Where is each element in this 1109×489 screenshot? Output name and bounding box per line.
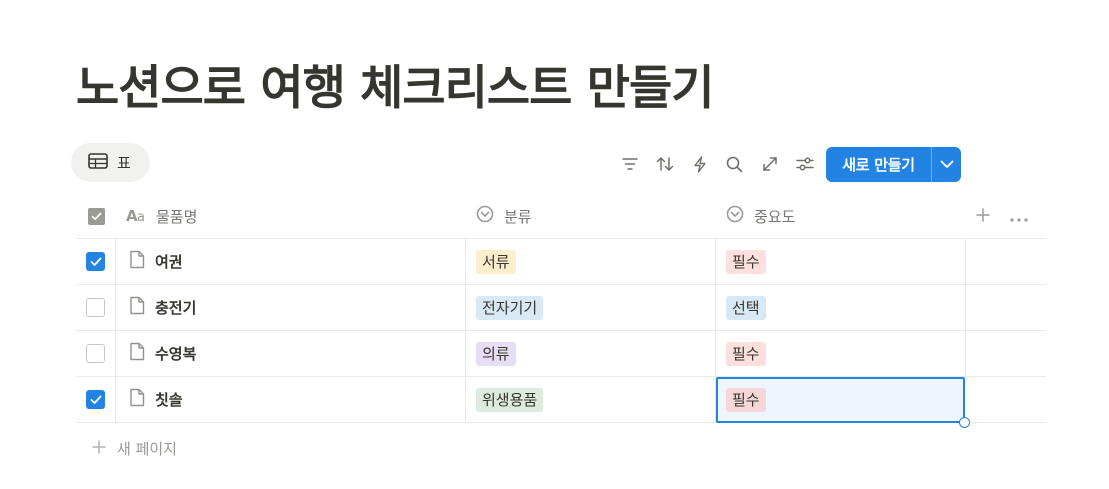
item-name: 여권 [155, 253, 183, 271]
column-header-importance[interactable]: 중요도 [716, 194, 966, 238]
page-icon [129, 296, 145, 319]
page-icon [129, 342, 145, 365]
table-row[interactable]: 충전기 전자기기 선택 [76, 285, 1046, 331]
select-icon [726, 205, 744, 227]
category-tag: 서류 [476, 249, 516, 274]
add-column-icon[interactable] [976, 207, 990, 226]
select-icon [476, 205, 494, 227]
column-header-category[interactable]: 분류 [466, 194, 716, 238]
sort-icon[interactable] [647, 150, 682, 178]
empty-cell [966, 331, 1046, 376]
more-options-icon[interactable] [1010, 207, 1028, 226]
table-header: Aa 물품명 분류 중요도 [76, 194, 1046, 239]
checkbox-checked[interactable] [86, 252, 105, 271]
category-cell[interactable]: 의류 [466, 331, 716, 376]
importance-tag: 필수 [726, 341, 766, 366]
new-page-button[interactable]: 새 페이지 [92, 436, 177, 460]
column-header-label: 분류 [504, 207, 532, 226]
importance-cell[interactable]: 필수 [716, 331, 966, 376]
empty-cell [966, 377, 1046, 422]
item-name-cell[interactable]: 여권 [116, 239, 466, 284]
row-checkbox-cell[interactable] [76, 377, 116, 422]
category-cell[interactable]: 전자기기 [466, 285, 716, 330]
checkbox-checked[interactable] [86, 390, 105, 409]
plus-icon [92, 439, 106, 458]
column-header-label: 중요도 [754, 207, 796, 226]
importance-tag: 필수 [726, 249, 766, 274]
importance-tag: 필수 [726, 387, 766, 412]
category-tag: 의류 [476, 341, 516, 366]
row-checkbox-cell[interactable] [76, 239, 116, 284]
new-button-label[interactable]: 새로 만들기 [826, 147, 931, 182]
item-name-cell[interactable]: 충전기 [116, 285, 466, 330]
search-icon[interactable] [717, 150, 752, 178]
checkbox-unchecked[interactable] [86, 298, 105, 317]
page-icon [129, 388, 145, 411]
importance-cell[interactable]: 필수 [716, 377, 966, 422]
chevron-down-icon[interactable] [932, 147, 961, 182]
toolbar [612, 150, 822, 178]
importance-cell[interactable]: 필수 [716, 239, 966, 284]
column-header-name[interactable]: Aa 물품명 [116, 194, 466, 238]
empty-cell [966, 239, 1046, 284]
checkbox-unchecked[interactable] [86, 344, 105, 363]
table-row[interactable]: 여권 서류 필수 [76, 239, 1046, 285]
page-icon [129, 250, 145, 273]
row-checkbox-cell[interactable] [76, 331, 116, 376]
item-name: 칫솔 [155, 391, 183, 409]
category-cell[interactable]: 위생용품 [466, 377, 716, 422]
item-name-cell[interactable]: 수영복 [116, 331, 466, 376]
automation-icon[interactable] [682, 150, 717, 178]
filter-icon[interactable] [612, 150, 647, 178]
item-name-cell[interactable]: 칫솔 [116, 377, 466, 422]
new-page-label: 새 페이지 [117, 439, 177, 458]
category-tag: 위생용품 [476, 387, 544, 412]
item-name: 수영복 [155, 345, 197, 363]
text-type-icon: Aa [126, 207, 148, 226]
new-button[interactable]: 새로 만들기 [826, 147, 961, 182]
table-icon [88, 152, 108, 173]
page-title: 노션으로 여행 체크리스트 만들기 [76, 61, 714, 116]
table-row[interactable]: 칫솔 위생용품 필수 [76, 377, 1046, 428]
empty-cell [966, 285, 1046, 330]
importance-tag: 선택 [726, 295, 766, 320]
header-select-all[interactable] [76, 194, 116, 238]
select-all-checkbox[interactable] [87, 207, 105, 225]
database-table: Aa 물품명 분류 중요도 여권 서류 필수 충전기 전자기기 선택 수영복 의… [76, 194, 1046, 428]
category-tag: 전자기기 [476, 295, 544, 320]
row-checkbox-cell[interactable] [76, 285, 116, 330]
svg-text:a: a [137, 210, 145, 222]
category-cell[interactable]: 서류 [466, 239, 716, 284]
item-name: 충전기 [155, 299, 197, 317]
settings-icon[interactable] [787, 150, 822, 178]
importance-cell[interactable]: 선택 [716, 285, 966, 330]
expand-icon[interactable] [752, 150, 787, 178]
header-actions [966, 194, 1046, 238]
view-tab-table[interactable]: 표 [71, 143, 150, 182]
table-row[interactable]: 수영복 의류 필수 [76, 331, 1046, 377]
column-header-label: 물품명 [156, 207, 198, 226]
view-tab-label: 표 [117, 154, 131, 172]
